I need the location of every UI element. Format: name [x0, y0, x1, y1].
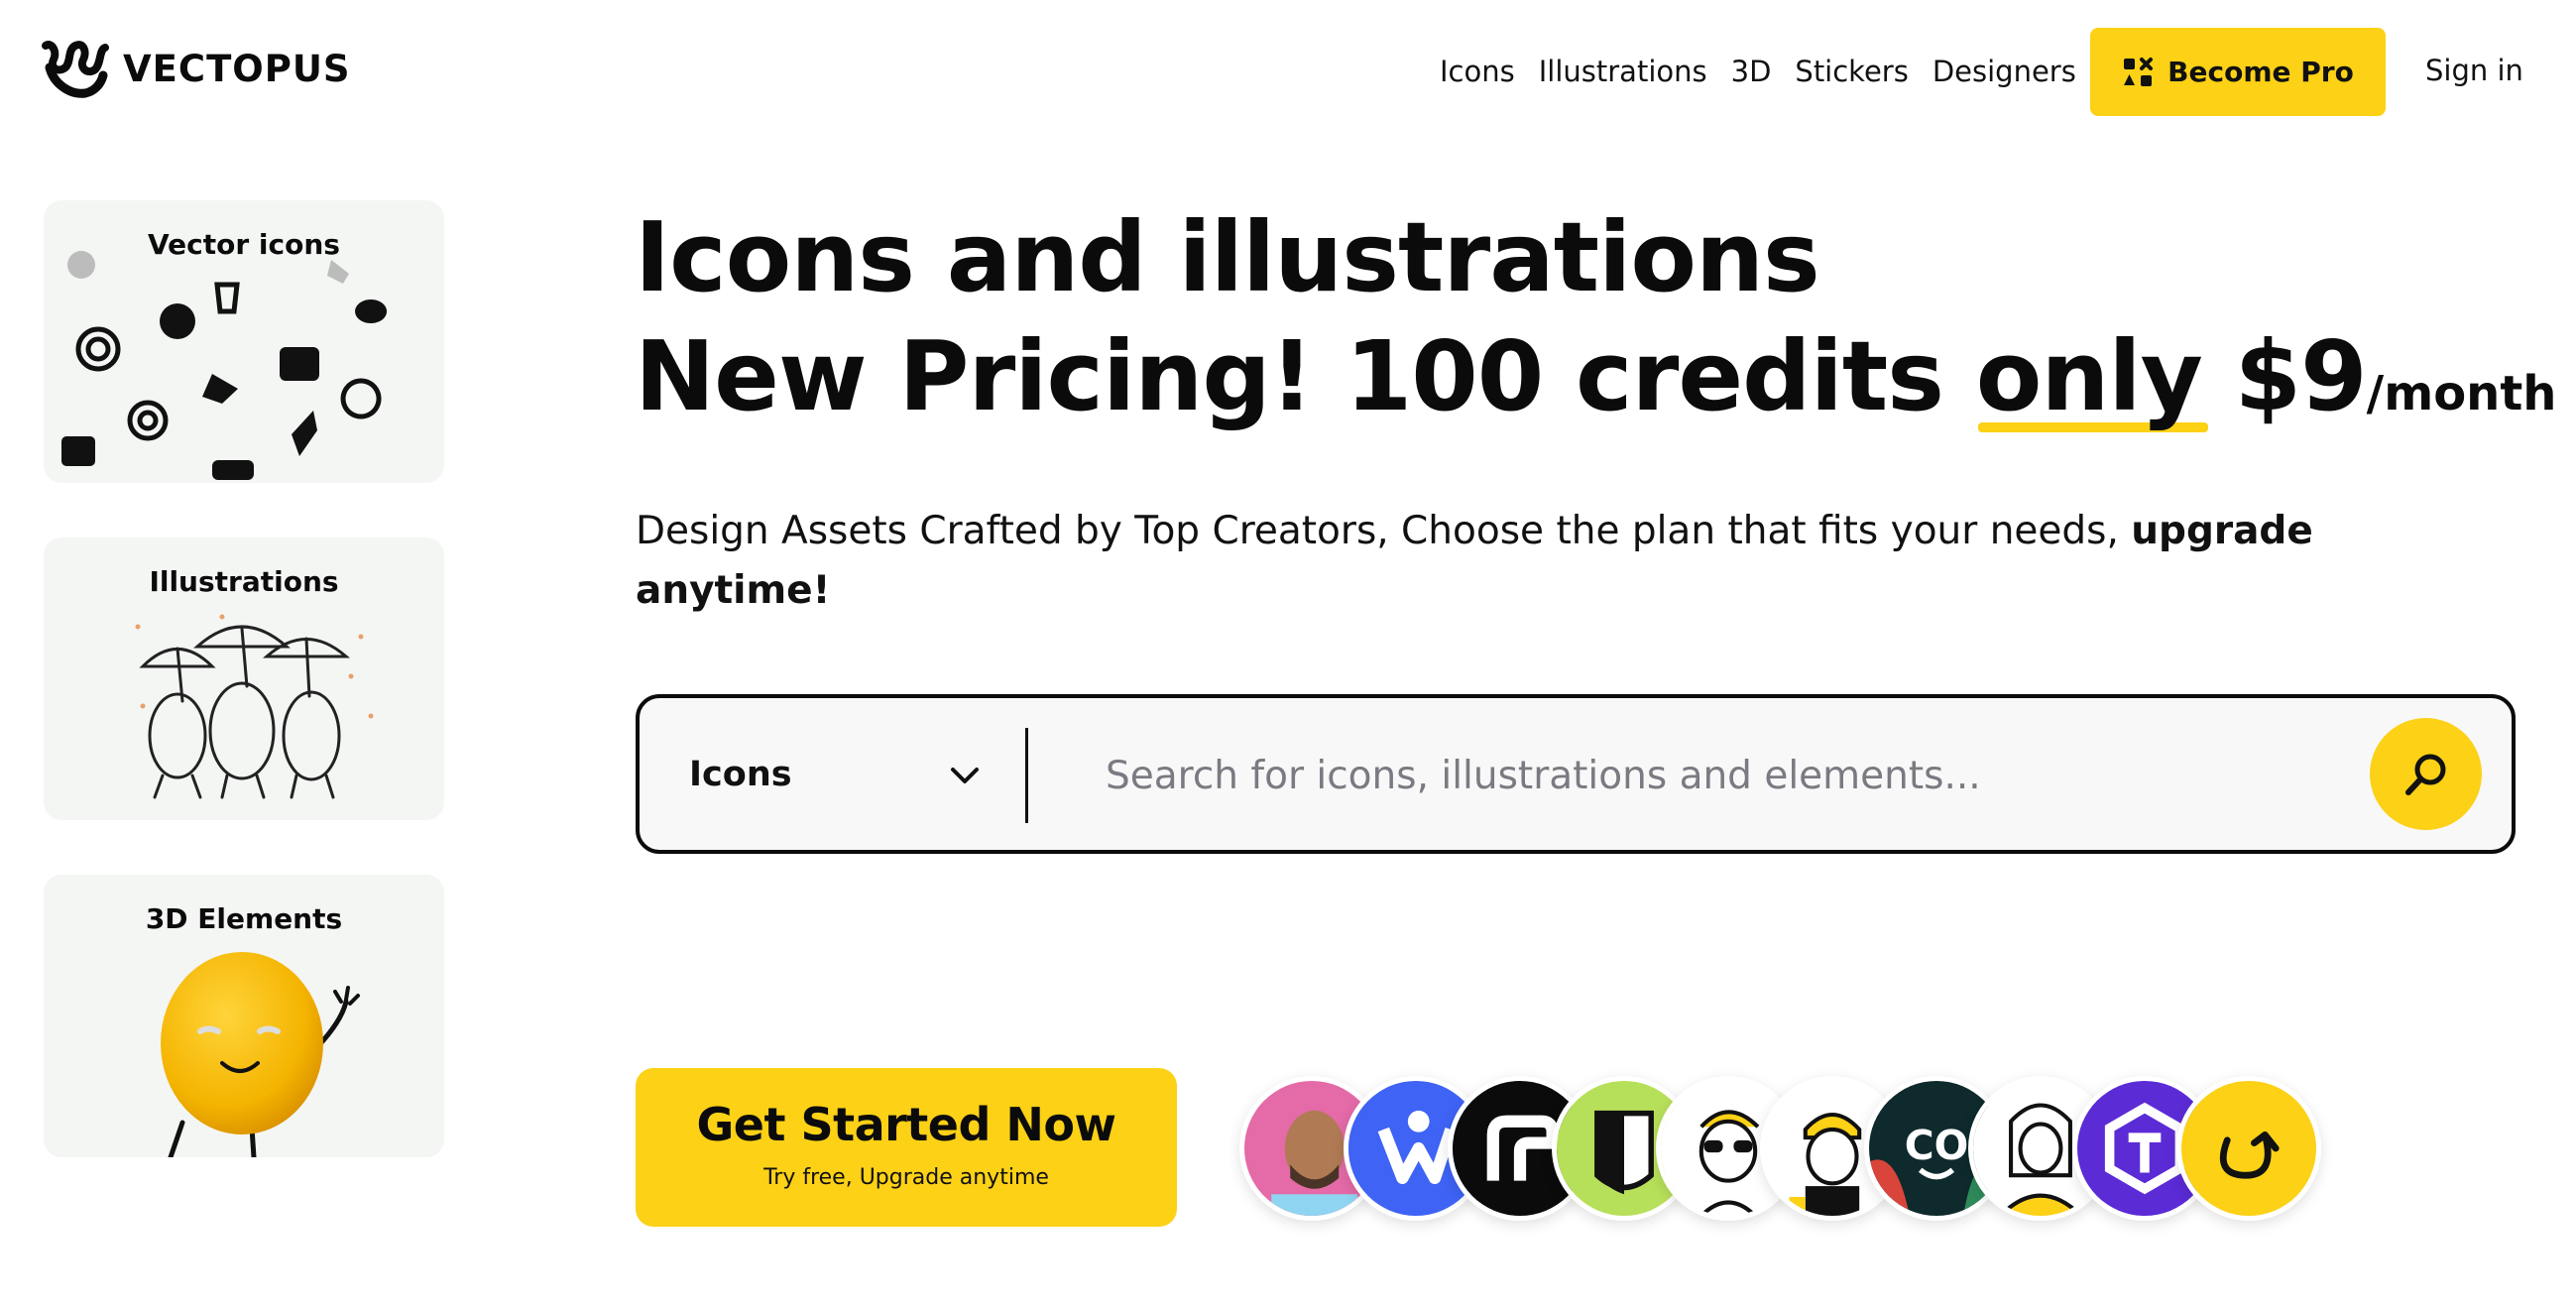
category-select-value: Icons	[689, 754, 792, 794]
pro-grid-icon	[2124, 57, 2154, 86]
pricing-text: New Pricing! 100 credits	[635, 320, 1976, 432]
logo[interactable]: VECTOPUS	[40, 38, 351, 99]
per-month-text: /month	[2366, 366, 2557, 421]
nav-link-illustrations[interactable]: Illustrations	[1539, 55, 1707, 88]
designer-avatar[interactable]	[2176, 1076, 2321, 1221]
sign-in-link[interactable]: Sign in	[2425, 54, 2523, 87]
octopus-logo-icon	[42, 41, 109, 98]
chevron-down-icon[interactable]	[937, 748, 993, 803]
search-input[interactable]	[1106, 728, 2325, 823]
nav-link-designers[interactable]: Designers	[1932, 55, 2076, 88]
hero-title-line1: Icons and illustrations	[635, 201, 1820, 313]
search-divider	[1025, 728, 1028, 823]
become-pro-label: Become Pro	[2167, 56, 2354, 88]
category-card-illustrations[interactable]: Illustrations	[44, 537, 444, 820]
subtitle-text: Design Assets Crafted by Top Creators, C…	[636, 509, 2132, 553]
price-text: $9	[2201, 320, 2368, 432]
become-pro-button[interactable]: Become Pro	[2090, 28, 2386, 116]
search-bar: Icons	[636, 694, 2516, 854]
only-text: only	[1975, 320, 2203, 432]
hero-title-line2: New Pricing! 100 credits only $9/month	[635, 317, 2556, 453]
get-started-label: Get Started Now	[696, 1098, 1116, 1151]
get-started-button[interactable]: Get Started Now Try free, Upgrade anytim…	[636, 1068, 1177, 1227]
hero-title: Icons and illustrations New Pricing! 100…	[635, 198, 2556, 453]
nav-link-3d[interactable]: 3D	[1731, 55, 1772, 88]
card-title: 3D Elements	[145, 902, 343, 935]
nav-link-stickers[interactable]: Stickers	[1795, 55, 1908, 88]
category-card-3d-elements[interactable]: 3D Elements	[44, 875, 444, 1157]
svg-text:CO: CO	[1905, 1122, 1969, 1169]
card-title: Illustrations	[149, 565, 339, 598]
card-title: Vector icons	[148, 228, 340, 261]
search-icon	[2404, 754, 2445, 795]
nav-link-icons[interactable]: Icons	[1440, 55, 1515, 88]
search-button[interactable]	[2370, 718, 2482, 830]
category-select[interactable]: Icons	[689, 698, 792, 850]
hero-subtitle: Design Assets Crafted by Top Creators, C…	[636, 502, 2381, 621]
designer-avatars: CO	[1239, 1076, 2321, 1225]
brand-name: VECTOPUS	[123, 47, 351, 90]
main-nav: Icons Illustrations 3D Stickers Designer…	[1440, 28, 2076, 115]
get-started-sublabel: Try free, Upgrade anytime	[763, 1165, 1049, 1190]
header: VECTOPUS Icons Illustrations 3D Stickers…	[0, 0, 2576, 139]
category-card-vector-icons[interactable]: Vector icons	[44, 200, 444, 483]
only-highlight: only	[1975, 317, 2208, 436]
